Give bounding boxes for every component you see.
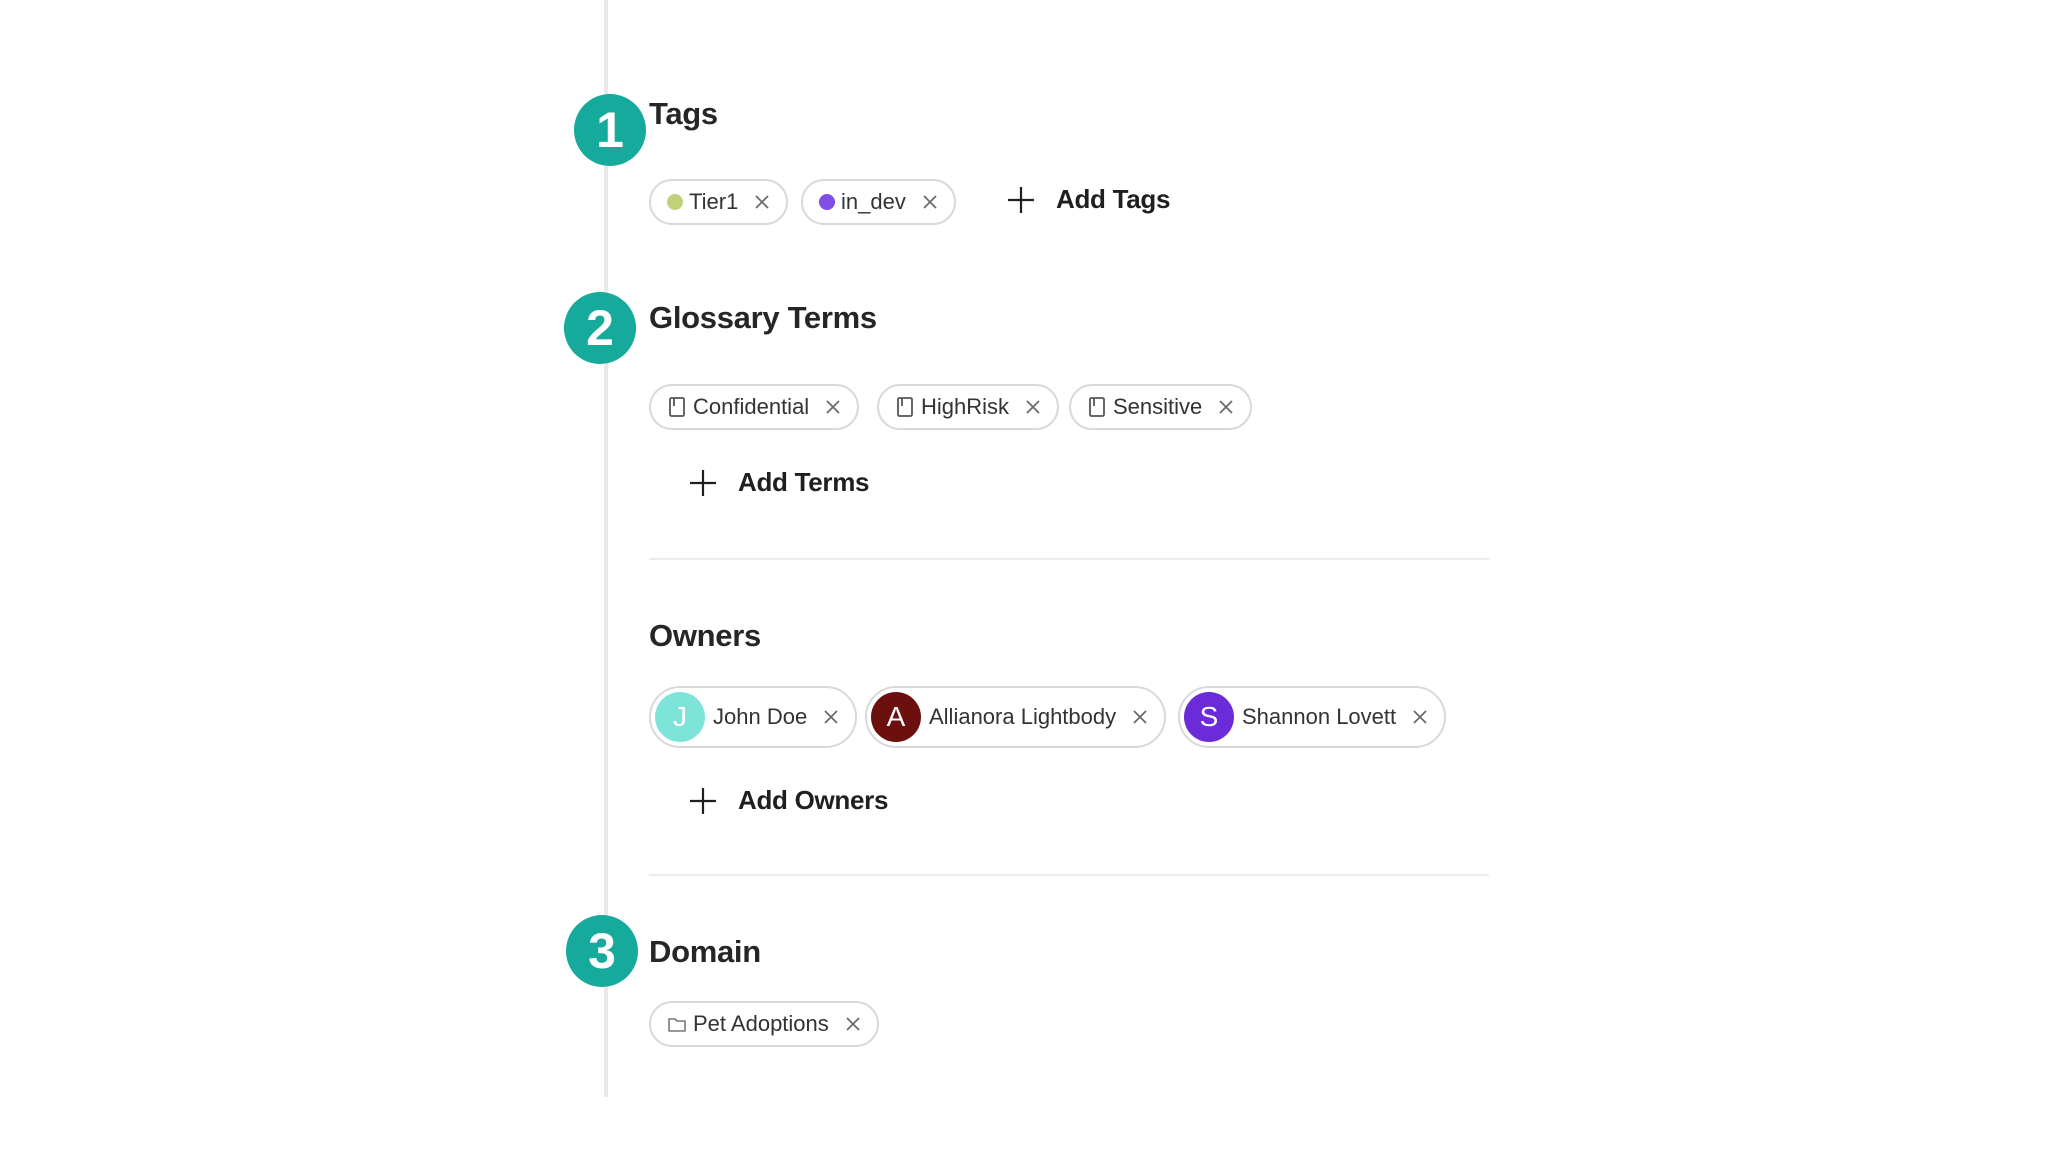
close-icon[interactable]: [1216, 397, 1236, 417]
tag-chip-in-dev[interactable]: in_dev: [801, 179, 956, 225]
close-icon[interactable]: [843, 1014, 863, 1034]
term-chip-highrisk[interactable]: HighRisk: [877, 384, 1060, 430]
term-chip-sensitive[interactable]: Sensitive: [1069, 384, 1253, 430]
close-icon[interactable]: [823, 397, 843, 417]
term-label: Sensitive: [1113, 394, 1203, 419]
add-tags-label: Add Tags: [1056, 184, 1171, 214]
tag-color-dot: [667, 194, 683, 210]
domain-chip-pet-adoptions[interactable]: Pet Adoptions: [649, 1001, 879, 1047]
domain-heading: Domain: [649, 934, 761, 969]
plus-icon: [688, 786, 718, 816]
close-icon[interactable]: [920, 192, 940, 212]
domain-label: Pet Adoptions: [693, 1011, 829, 1036]
metadata-panel: 1 Tags Tier1 in_dev Add Tags 2 Glossary …: [0, 0, 2048, 1152]
add-terms-button[interactable]: Add Terms: [688, 467, 869, 498]
close-icon[interactable]: [1410, 707, 1430, 727]
tag-label: Tier1: [689, 189, 739, 214]
avatar: J: [655, 692, 705, 742]
book-icon: [1087, 396, 1107, 418]
folder-icon: [667, 1013, 687, 1035]
glossary-terms-heading: Glossary Terms: [649, 300, 877, 335]
owner-name: Shannon Lovett: [1242, 704, 1397, 729]
add-tags-button[interactable]: Add Tags: [1006, 184, 1170, 215]
step-2-badge: 2: [564, 292, 636, 364]
avatar: S: [1184, 692, 1234, 742]
section-divider: [649, 558, 1489, 560]
book-icon: [895, 396, 915, 418]
owners-heading: Owners: [649, 618, 761, 653]
owner-chip-shannon-lovett[interactable]: S Shannon Lovett: [1178, 686, 1447, 748]
owner-chip-allianora-lightbody[interactable]: A Allianora Lightbody: [865, 686, 1167, 748]
section-divider: [649, 874, 1489, 876]
tag-color-dot: [819, 194, 835, 210]
step-3-badge: 3: [566, 915, 638, 987]
term-chip-confidential[interactable]: Confidential: [649, 384, 860, 430]
close-icon[interactable]: [752, 192, 772, 212]
term-label: Confidential: [693, 394, 810, 419]
owner-name: John Doe: [713, 704, 808, 729]
plus-icon: [1006, 185, 1036, 215]
add-owners-label: Add Owners: [738, 785, 889, 815]
plus-icon: [688, 468, 718, 498]
add-owners-button[interactable]: Add Owners: [688, 785, 888, 816]
book-icon: [667, 396, 687, 418]
term-label: HighRisk: [921, 394, 1010, 419]
tags-heading: Tags: [649, 96, 718, 131]
avatar: A: [871, 692, 921, 742]
close-icon[interactable]: [1023, 397, 1043, 417]
close-icon[interactable]: [1130, 707, 1150, 727]
tag-label: in_dev: [841, 189, 906, 214]
close-icon[interactable]: [821, 707, 841, 727]
step-1-badge: 1: [574, 94, 646, 166]
add-terms-label: Add Terms: [738, 467, 870, 497]
tag-chip-tier1[interactable]: Tier1: [649, 179, 789, 225]
owner-name: Allianora Lightbody: [929, 704, 1117, 729]
owner-chip-john-doe[interactable]: J John Doe: [649, 686, 858, 748]
